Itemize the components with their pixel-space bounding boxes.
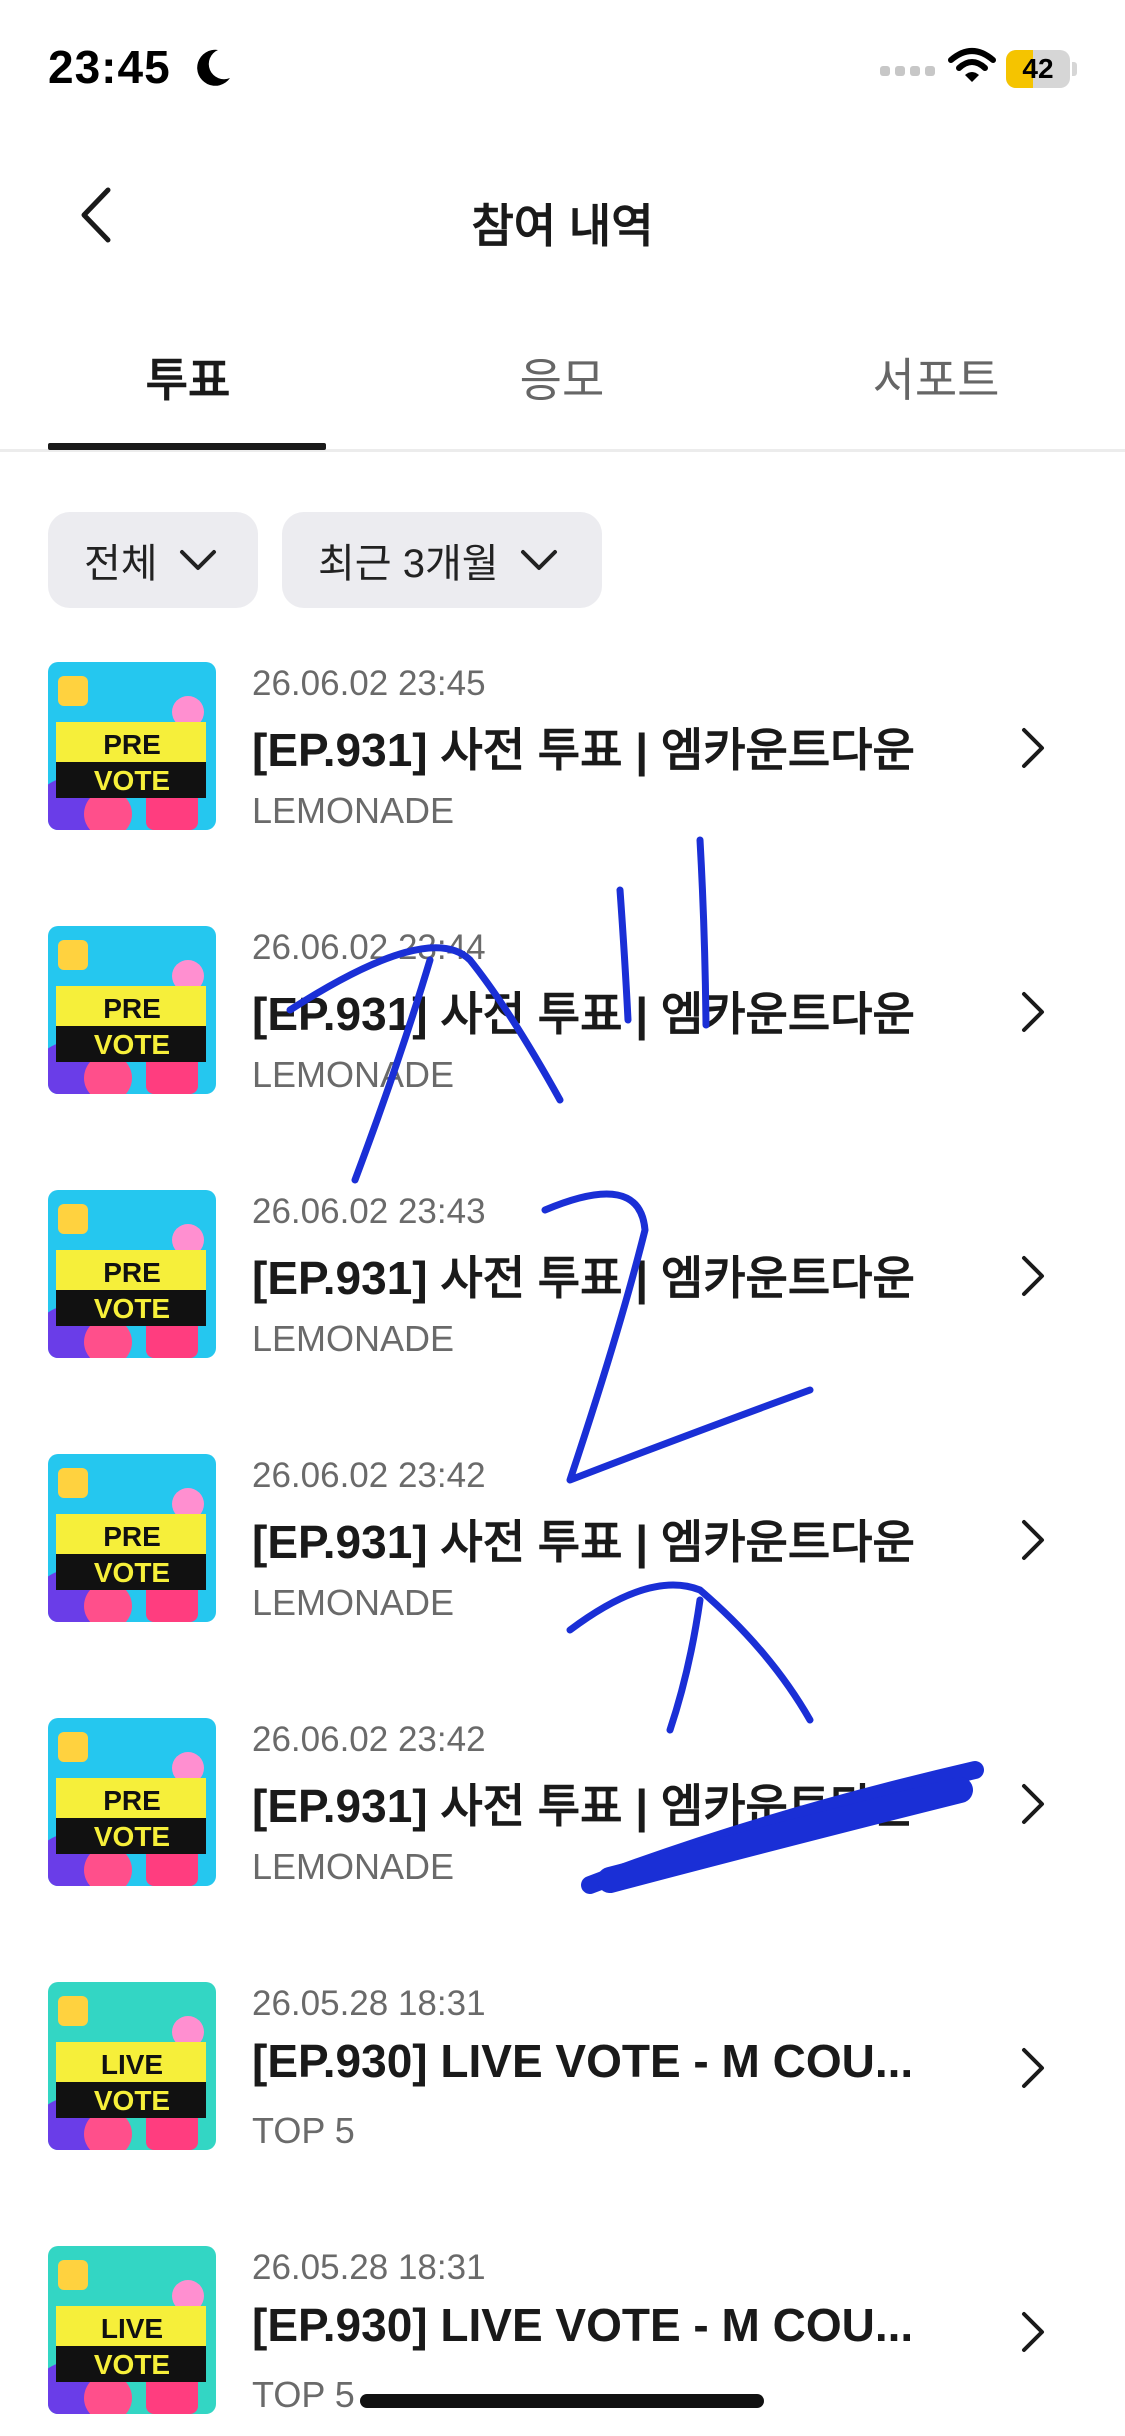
list-item[interactable]: PRE VOTE 26.06.02 23:45 [EP.931] 사전 투표 |… [0,640,1125,904]
item-date: 26.06.02 23:42 [252,1720,486,1759]
tab-bar: 투표 응모 서포트 [0,320,1125,452]
item-subtitle: TOP 5 [252,2110,355,2151]
svg-text:VOTE: VOTE [94,765,170,796]
vote-thumbnail: PRE VOTE [48,926,216,1094]
category-filter-dropdown[interactable]: 전체 [48,512,258,608]
svg-text:LIVE: LIVE [101,2049,163,2080]
item-title: [EP.931] 사전 투표 | 엠카운트다운 [252,1516,915,1568]
item-subtitle: LEMONADE [252,790,455,831]
chevron-right-icon [1022,2312,1044,2352]
chevron-right-icon [1022,1256,1044,1296]
svg-text:PRE: PRE [103,729,161,760]
vote-thumbnail: PRE VOTE [48,1454,216,1622]
list-item[interactable]: PRE VOTE 26.06.02 23:44 [EP.931] 사전 투표 |… [0,904,1125,1168]
period-filter-label: 최근 3개월 [318,542,499,586]
item-title: [EP.931] 사전 투표 | 엠카운트다운 [252,1780,915,1832]
item-subtitle: LEMONADE [252,1846,455,1887]
chevron-right-icon [1022,2048,1044,2088]
svg-text:VOTE: VOTE [94,2085,170,2116]
svg-text:PRE: PRE [103,1785,161,1816]
item-subtitle: LEMONADE [252,1054,455,1095]
vote-thumbnail: LIVE VOTE [48,1982,216,2150]
page-title: 참여 내역 [471,200,654,252]
vote-thumbnail: PRE VOTE [48,1190,216,1358]
svg-text:LIVE: LIVE [101,2313,163,2344]
svg-text:VOTE: VOTE [94,1293,170,1324]
battery-indicator: 42 [1006,50,1078,88]
item-subtitle: LEMONADE [252,1318,455,1359]
svg-text:VOTE: VOTE [94,2349,170,2380]
chevron-right-icon [1022,1784,1044,1824]
svg-text:VOTE: VOTE [94,1029,170,1060]
svg-text:PRE: PRE [103,1257,161,1288]
item-date: 26.05.28 18:31 [252,2248,486,2287]
list-item[interactable]: PRE VOTE 26.06.02 23:43 [EP.931] 사전 투표 |… [0,1168,1125,1432]
moon-icon [197,49,230,86]
vote-thumbnail: LIVE VOTE [48,2246,216,2414]
vote-thumbnail: PRE VOTE [48,662,216,830]
status-time: 23:45 [48,41,171,93]
svg-text:VOTE: VOTE [94,1821,170,1852]
active-tab-indicator [48,443,326,450]
list-item[interactable]: PRE VOTE 26.06.02 23:42 [EP.931] 사전 투표 |… [0,1696,1125,1960]
battery-percent: 42 [1022,53,1054,84]
chevron-right-icon [1022,728,1044,768]
svg-text:VOTE: VOTE [94,1557,170,1588]
item-date: 26.06.02 23:44 [252,928,486,967]
item-date: 26.05.28 18:31 [252,1984,486,2023]
item-date: 26.06.02 23:43 [252,1192,486,1231]
list-item[interactable]: LIVE VOTE 26.05.28 18:31 [EP.930] LIVE V… [0,1960,1125,2224]
item-date: 26.06.02 23:42 [252,1456,486,1495]
category-filter-label: 전체 [84,542,158,586]
item-title: [EP.931] 사전 투표 | 엠카운트다운 [252,724,915,776]
home-indicator [360,2394,764,2408]
item-subtitle: LEMONADE [252,1582,455,1623]
tab-support[interactable]: 서포트 [796,344,1076,410]
svg-text:PRE: PRE [103,1521,161,1552]
chevron-down-icon [179,550,216,570]
tab-entry[interactable]: 응모 [422,344,702,410]
svg-text:PRE: PRE [103,993,161,1024]
tab-vote[interactable]: 투표 [48,344,328,410]
signal-icon [880,66,935,76]
period-filter-dropdown[interactable]: 최근 3개월 [282,512,602,608]
item-title: [EP.930] LIVE VOTE - M COU... [252,2035,914,2087]
item-title: [EP.931] 사전 투표 | 엠카운트다운 [252,988,915,1040]
nav-bar: 참여 내역 [0,160,1125,270]
chevron-right-icon [1022,992,1044,1032]
vote-thumbnail: PRE VOTE [48,1718,216,1886]
item-title: [EP.930] LIVE VOTE - M COU... [252,2299,914,2351]
item-date: 26.06.02 23:45 [252,664,486,703]
status-bar: 23:45 42 [0,0,1125,140]
list-item[interactable]: PRE VOTE 26.06.02 23:42 [EP.931] 사전 투표 |… [0,1432,1125,1696]
chevron-down-icon [520,550,557,570]
wifi-icon [948,48,996,82]
chevron-right-icon [1022,1520,1044,1560]
item-title: [EP.931] 사전 투표 | 엠카운트다운 [252,1252,915,1304]
item-subtitle: TOP 5 [252,2374,355,2415]
